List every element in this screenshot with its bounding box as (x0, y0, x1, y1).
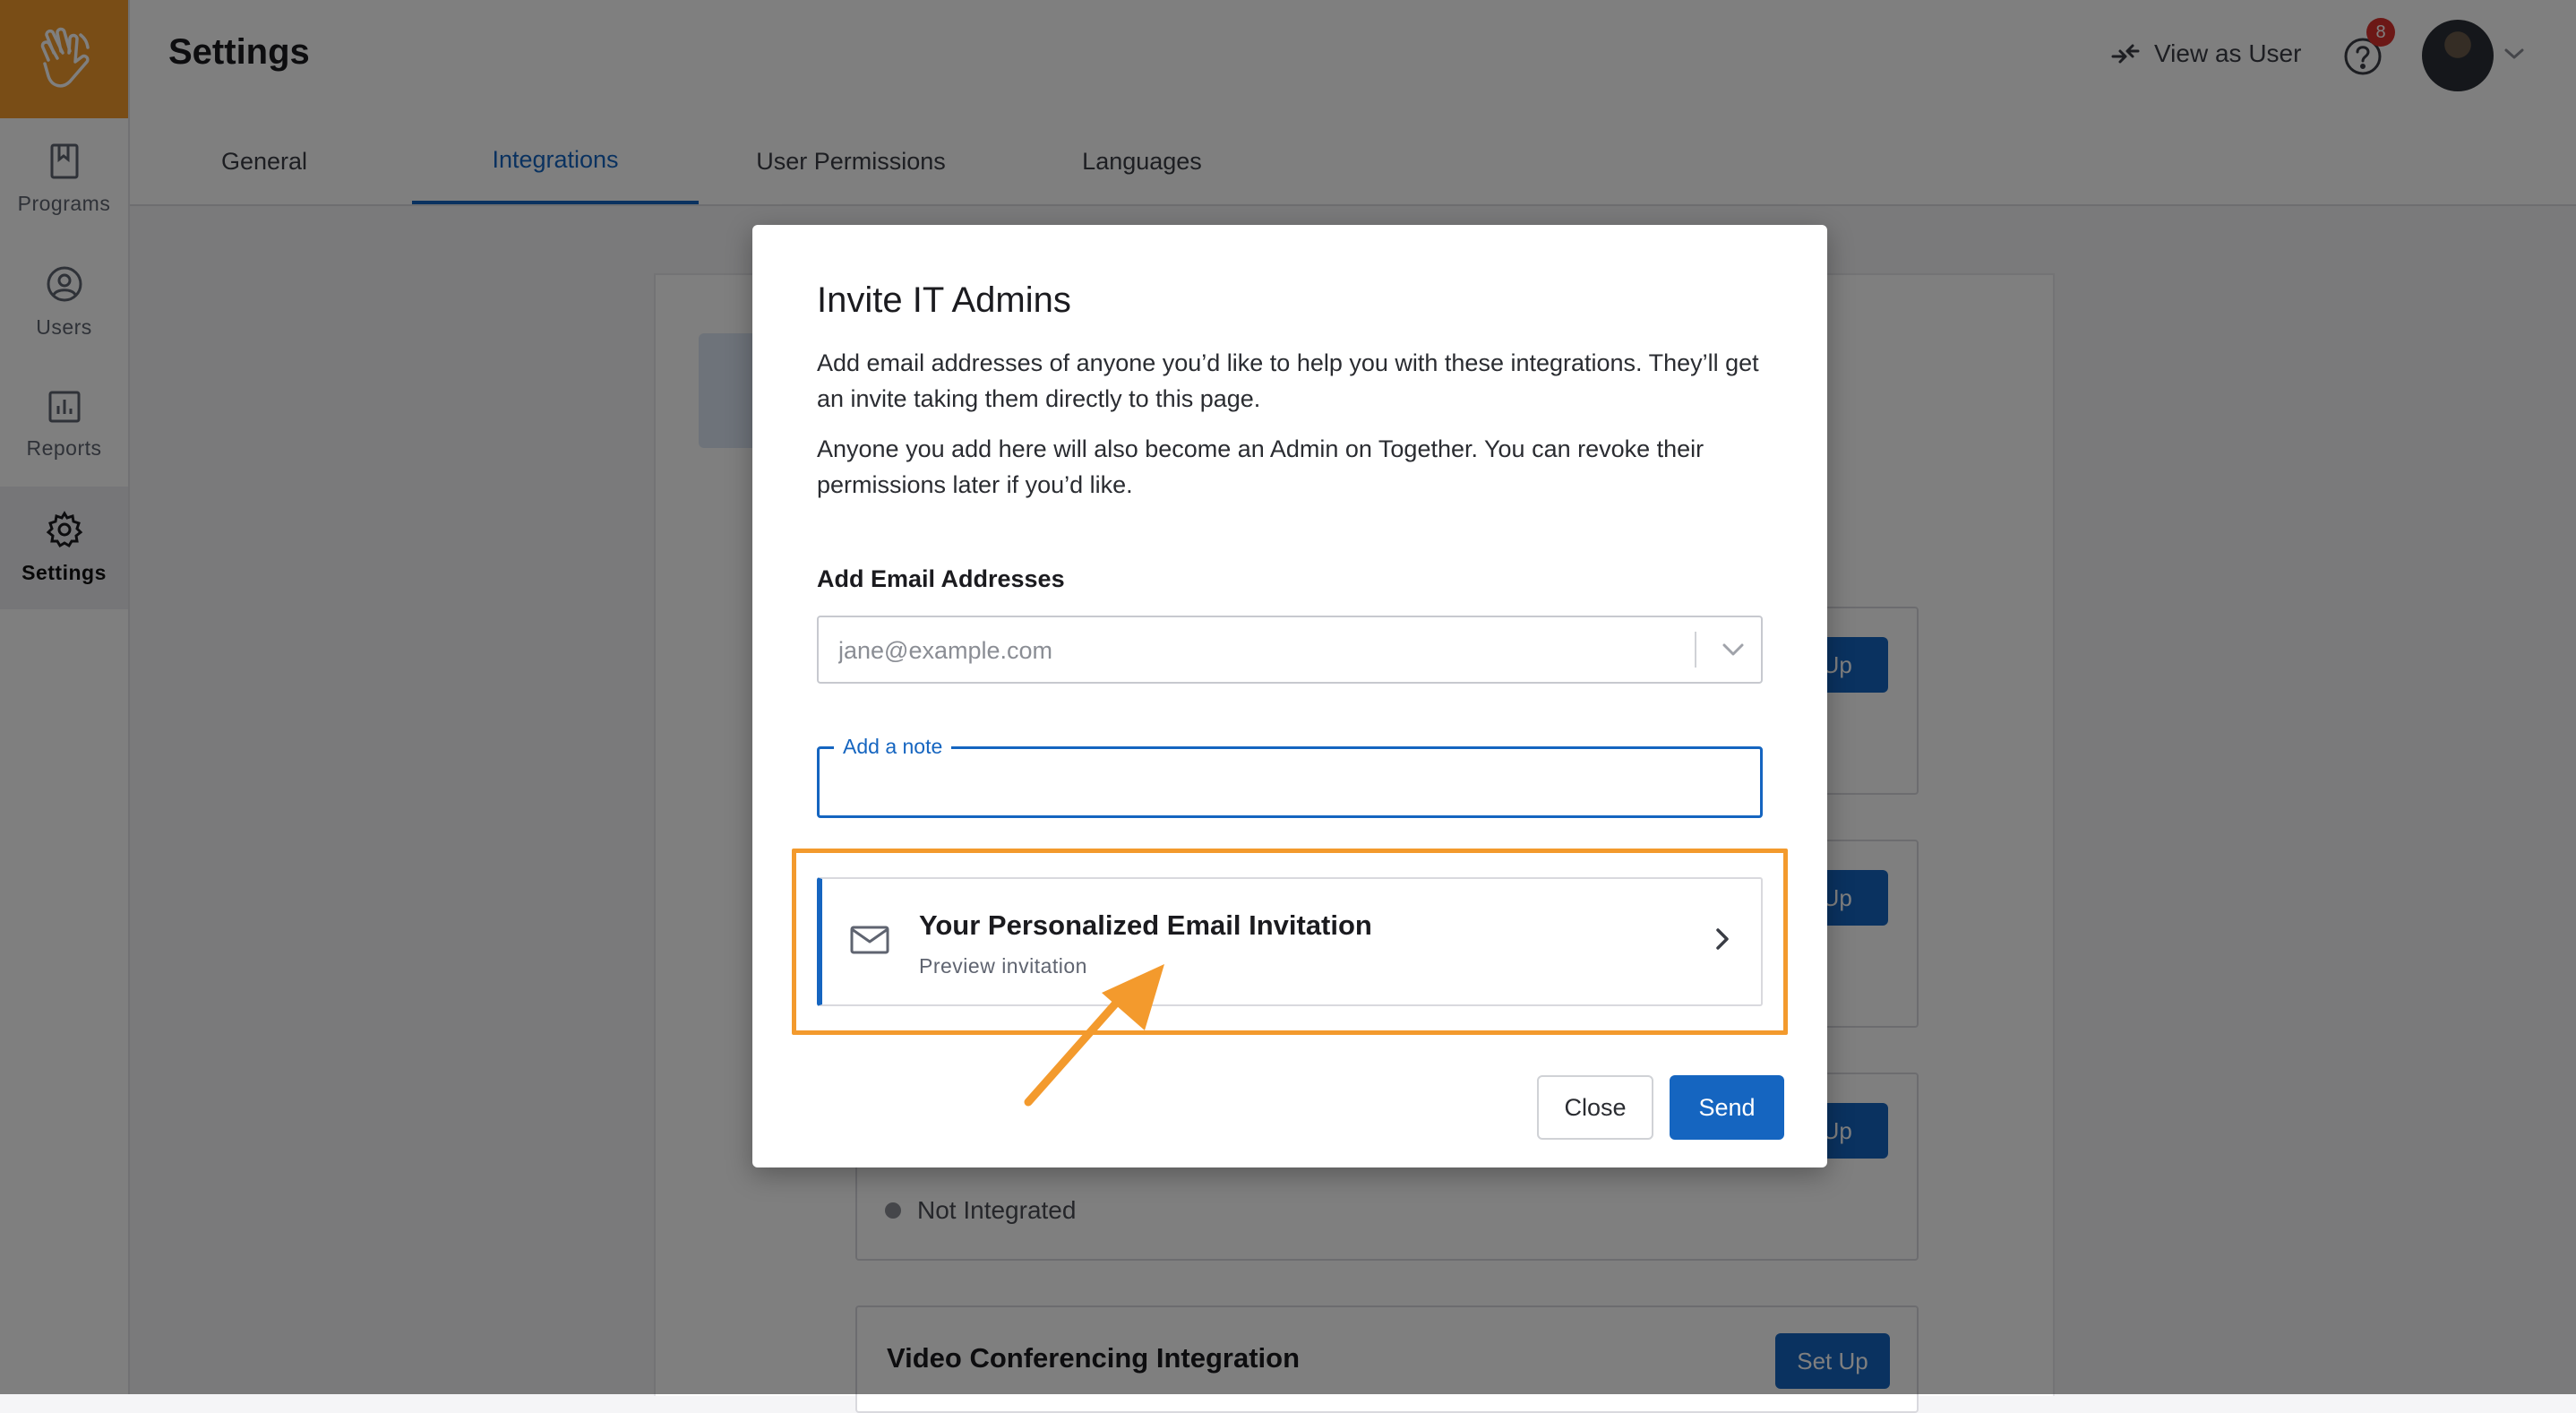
dialog-description: Add email addresses of anyone you’d like… (817, 349, 1759, 412)
send-button[interactable]: Send (1670, 1075, 1784, 1140)
chevron-down-icon (1722, 643, 1744, 656)
email-dropdown-toggle[interactable] (1720, 635, 1747, 668)
preview-title: Your Personalized Email Invitation (919, 909, 1372, 941)
email-invitation-preview[interactable]: Your Personalized Email Invitation Previ… (817, 877, 1763, 1006)
chevron-right-icon (1716, 928, 1729, 950)
note-input[interactable] (836, 758, 1744, 808)
annotation-arrow-icon (1024, 964, 1164, 1107)
email-select[interactable] (817, 616, 1763, 684)
email-input[interactable] (837, 617, 1646, 684)
note-field-label: Add a note (834, 735, 952, 759)
envelope-icon (850, 926, 889, 954)
dialog-admin-notice: Anyone you add here will also become an … (817, 435, 1704, 498)
invite-it-admins-dialog: Invite IT Admins Add email addresses of … (752, 225, 1827, 1167)
note-field[interactable]: Add a note (817, 735, 1763, 818)
close-button[interactable]: Close (1537, 1075, 1653, 1140)
email-field-label: Add Email Addresses (817, 565, 1065, 592)
dialog-title: Invite IT Admins (817, 280, 1071, 320)
select-separator (1695, 632, 1696, 668)
